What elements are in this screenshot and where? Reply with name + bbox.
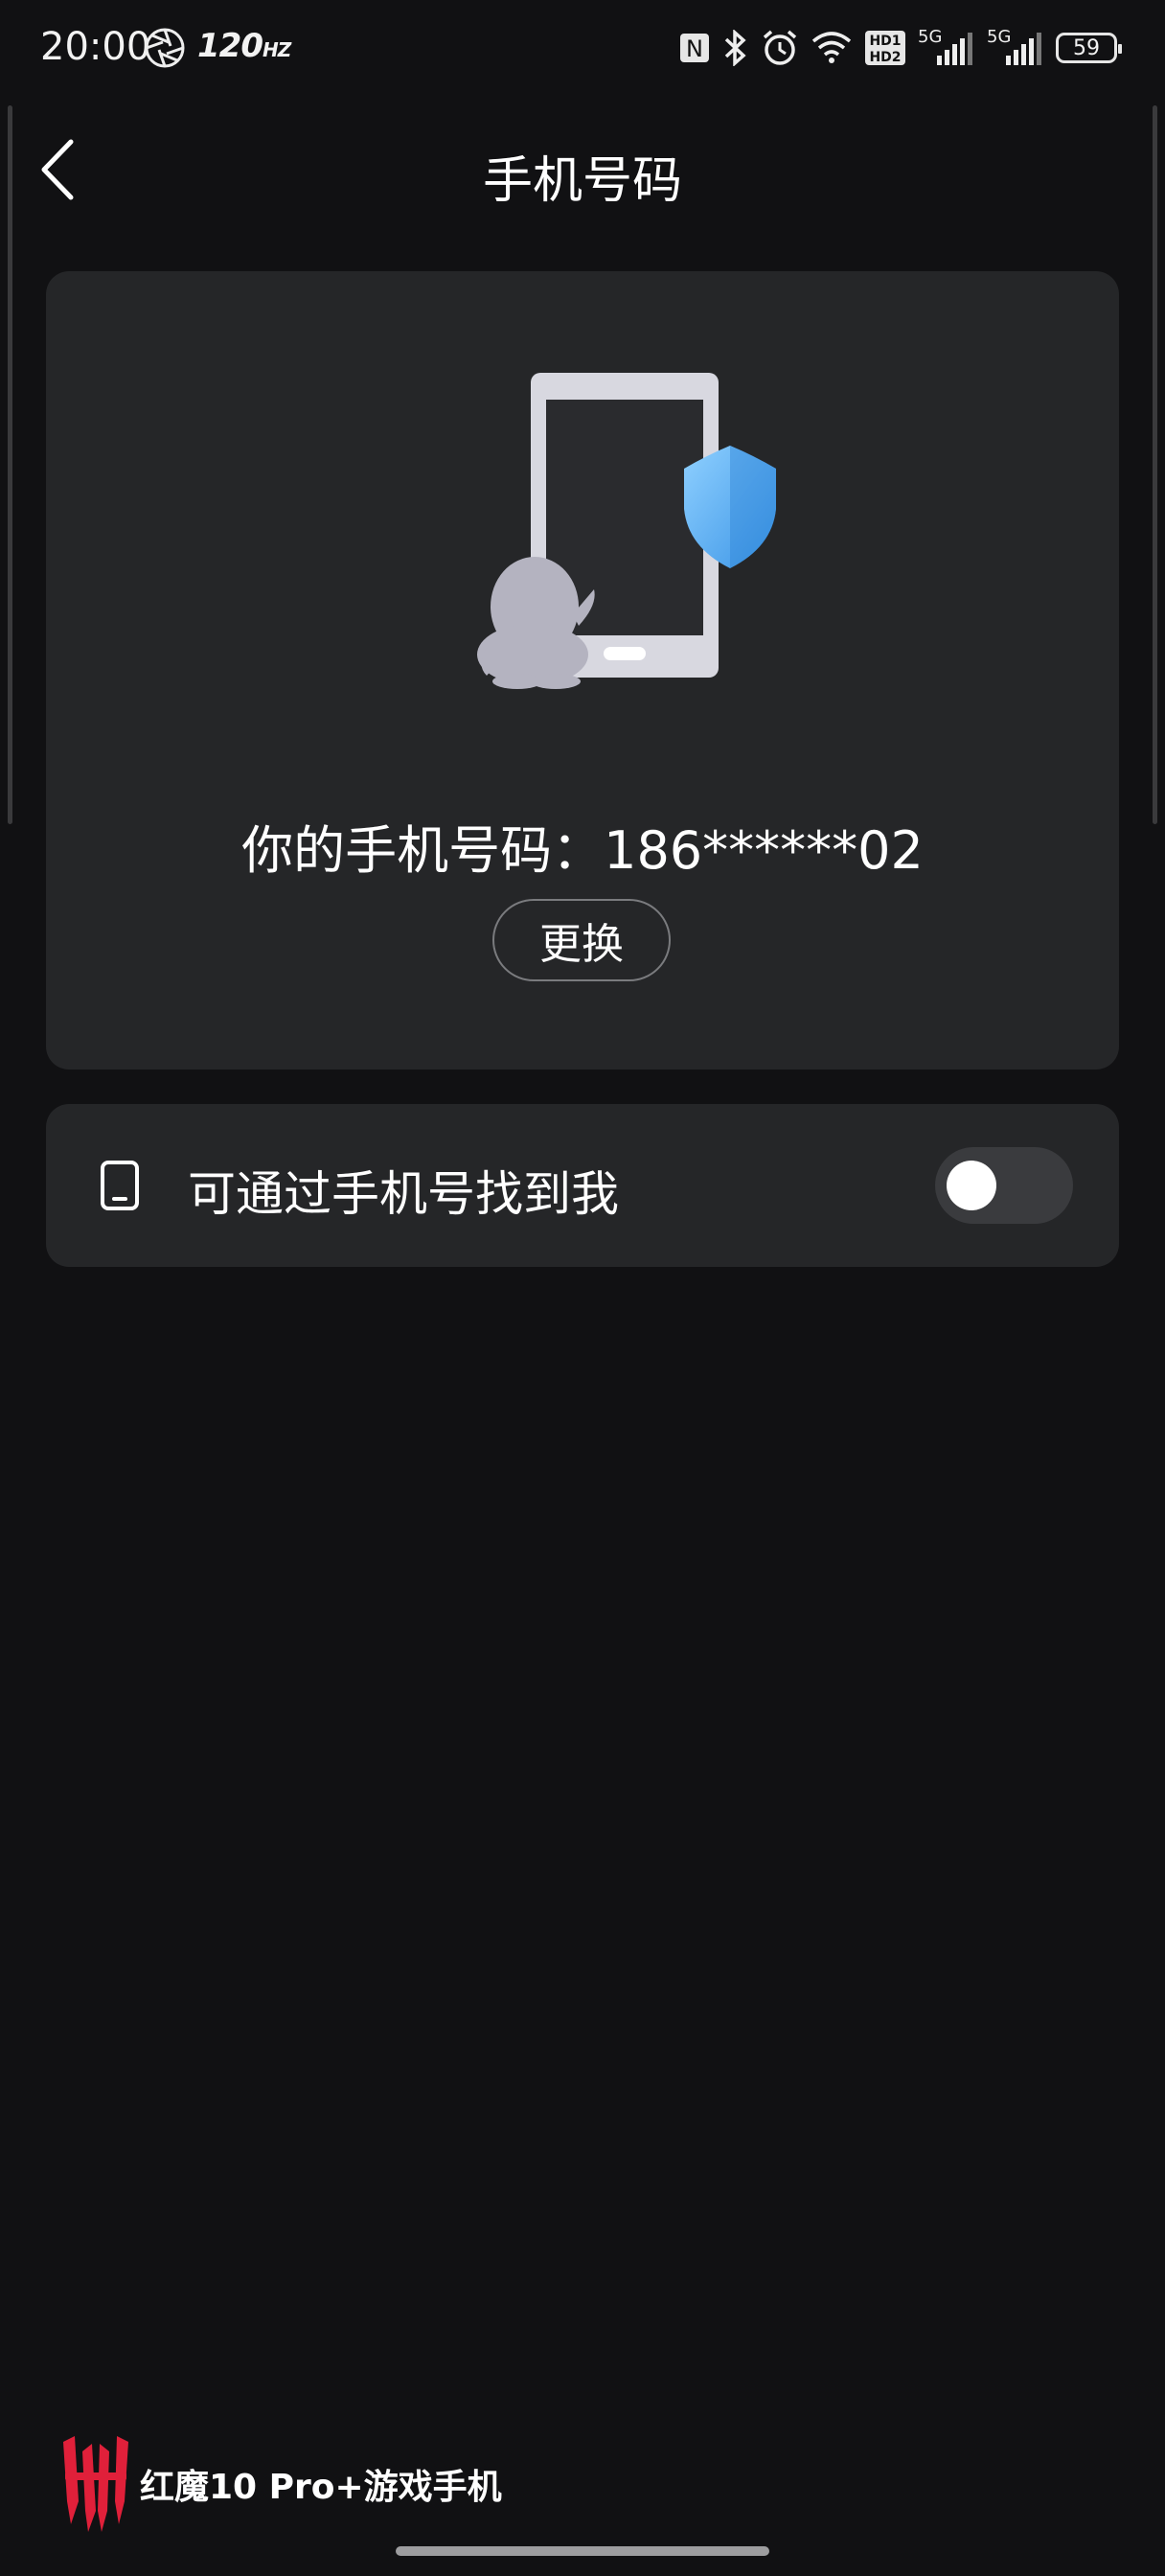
refresh-rate: 120HZ [197,27,291,65]
signal-icon: 5G [918,27,975,67]
toggle-knob [947,1161,996,1210]
svg-text:N: N [686,35,703,62]
find-by-phone-label: 可通过手机号找到我 [188,1166,619,1222]
hd-icon: HD1 HD2 [864,30,906,66]
home-indicator[interactable] [396,2546,769,2556]
page-title: 手机号码 [482,152,682,210]
brand-text: 红魔10 Pro+游戏手机 [140,2468,502,2507]
change-button[interactable]: 更换 [492,899,671,981]
svg-text:HD1: HD1 [869,34,901,49]
status-bar: 20:00 120HZ N HD1 HD2 5G 5G 59 [0,0,1165,96]
status-time: 20:00 [40,25,151,69]
scroll-indicator-left [8,105,12,824]
red-magic-logo [63,2436,128,2532]
phone-icon [100,1160,140,1215]
phone-shield-illustration [429,367,793,693]
brand-watermark: 红魔10 Pro+游戏手机 [59,2434,502,2534]
find-by-phone-row[interactable]: 可通过手机号找到我 [46,1104,1119,1267]
svg-text:HD2: HD2 [869,50,901,65]
phone-number-card: 你的手机号码：186******02 更换 [46,271,1119,1070]
nfc-icon: N [678,32,711,64]
battery-indicator: 59 [1056,33,1122,63]
phone-number-text: 你的手机号码：186******02 [241,820,924,881]
signal-icon: 5G [987,27,1044,67]
alarm-icon [761,29,799,67]
scroll-indicator-right[interactable] [1153,105,1157,824]
bluetooth-icon [722,30,749,66]
wifi-icon [811,30,853,66]
find-by-phone-toggle[interactable] [935,1147,1073,1224]
aperture-icon [144,27,186,73]
